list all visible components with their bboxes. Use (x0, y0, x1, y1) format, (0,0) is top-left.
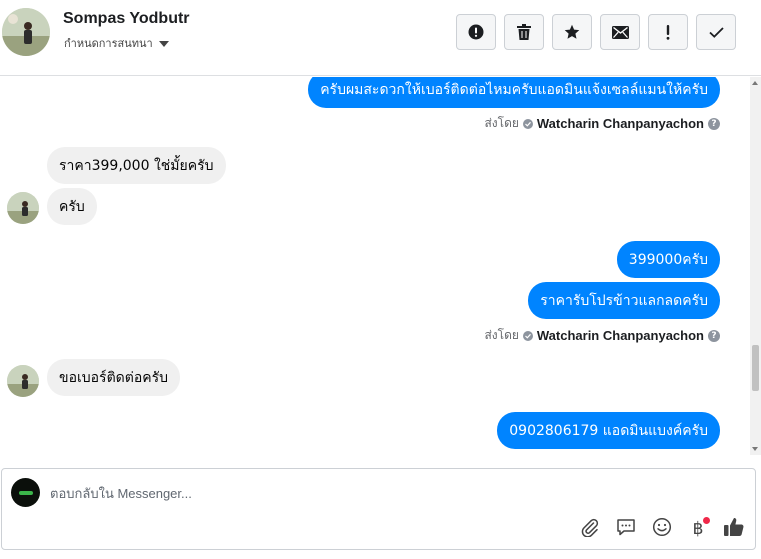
outgoing-message[interactable]: ครับผมสะดวกให้เบอร์ติดต่อไหมครับแอดมินแจ… (308, 77, 720, 108)
message-thread[interactable]: ครับผมสะดวกให้เบอร์ติดต่อไหมครับแอดมินแจ… (0, 77, 750, 455)
baht-payment-icon: ฿ (692, 519, 704, 539)
star-icon (564, 24, 580, 40)
trash-icon (517, 24, 531, 40)
mark-done-button[interactable] (696, 14, 736, 50)
sender-name[interactable]: Watcharin Chanpanyachon (537, 116, 704, 131)
incoming-message[interactable]: ขอเบอร์ติดต่อครับ (47, 359, 181, 396)
reply-composer: ฿ (1, 468, 756, 550)
reply-input[interactable] (50, 483, 550, 503)
sent-by-prefix: ส่งโดย (484, 116, 519, 130)
like-button[interactable] (722, 517, 746, 541)
envelope-icon (611, 25, 629, 39)
like-icon (723, 516, 745, 542)
mark-unread-button[interactable] (600, 14, 640, 50)
verified-check-icon (522, 330, 533, 341)
help-icon[interactable]: ? (708, 117, 720, 130)
incoming-message[interactable]: ครับ (47, 188, 97, 225)
emoji-button[interactable] (650, 517, 674, 541)
scrollbar-thumb[interactable] (752, 345, 759, 391)
delete-button[interactable] (504, 14, 544, 50)
scroll-down-arrow-icon[interactable] (752, 447, 758, 451)
payment-button[interactable]: ฿ (686, 517, 710, 541)
paperclip-icon (580, 517, 600, 541)
help-icon[interactable]: ? (708, 329, 720, 342)
conversation-label-dropdown[interactable]: กำหนดการสนทนา (64, 34, 169, 52)
outgoing-message[interactable]: ราคารับโปรข้าวแลกลดครับ (528, 282, 720, 319)
chevron-down-icon (158, 40, 169, 47)
sender-name[interactable]: Watcharin Chanpanyachon (537, 328, 704, 343)
incoming-message[interactable]: ราคา399,000 ใช่มั้ยครับ (47, 147, 226, 184)
outgoing-message[interactable]: 399000ครับ (616, 241, 720, 278)
alert-circle-icon (468, 24, 484, 40)
sent-by-label: ส่งโดย Watcharin Chanpanyachon ? (484, 326, 720, 345)
conversation-header: Sompas Yodbutr กำหนดการสนทนา (0, 0, 761, 76)
scroll-up-arrow-icon[interactable] (752, 81, 758, 85)
contact-avatar-small[interactable] (7, 365, 39, 397)
report-button[interactable] (456, 14, 496, 50)
verified-check-icon (522, 118, 533, 129)
contact-name[interactable]: Sompas Yodbutr (63, 10, 190, 28)
page-logo-icon (18, 490, 33, 495)
emoji-icon (652, 517, 672, 541)
exclamation-icon (666, 24, 670, 40)
notification-dot (703, 517, 710, 524)
follow-up-button[interactable] (648, 14, 688, 50)
outgoing-message[interactable]: 0902806179 แอดมินแบงค์ครับ (497, 412, 720, 449)
contact-avatar-small[interactable] (7, 192, 39, 224)
checkmark-icon (708, 26, 724, 38)
contact-avatar[interactable] (2, 8, 50, 56)
sent-by-label: ส่งโดย Watcharin Chanpanyachon ? (484, 114, 720, 133)
saved-replies-button[interactable] (614, 517, 638, 541)
thread-scrollbar[interactable] (750, 77, 761, 455)
conversation-label-text: กำหนดการสนทนา (64, 37, 153, 50)
attach-button[interactable] (578, 517, 602, 541)
star-button[interactable] (552, 14, 592, 50)
saved-reply-icon (616, 517, 636, 541)
sent-by-prefix: ส่งโดย (484, 328, 519, 342)
page-avatar (11, 478, 40, 507)
